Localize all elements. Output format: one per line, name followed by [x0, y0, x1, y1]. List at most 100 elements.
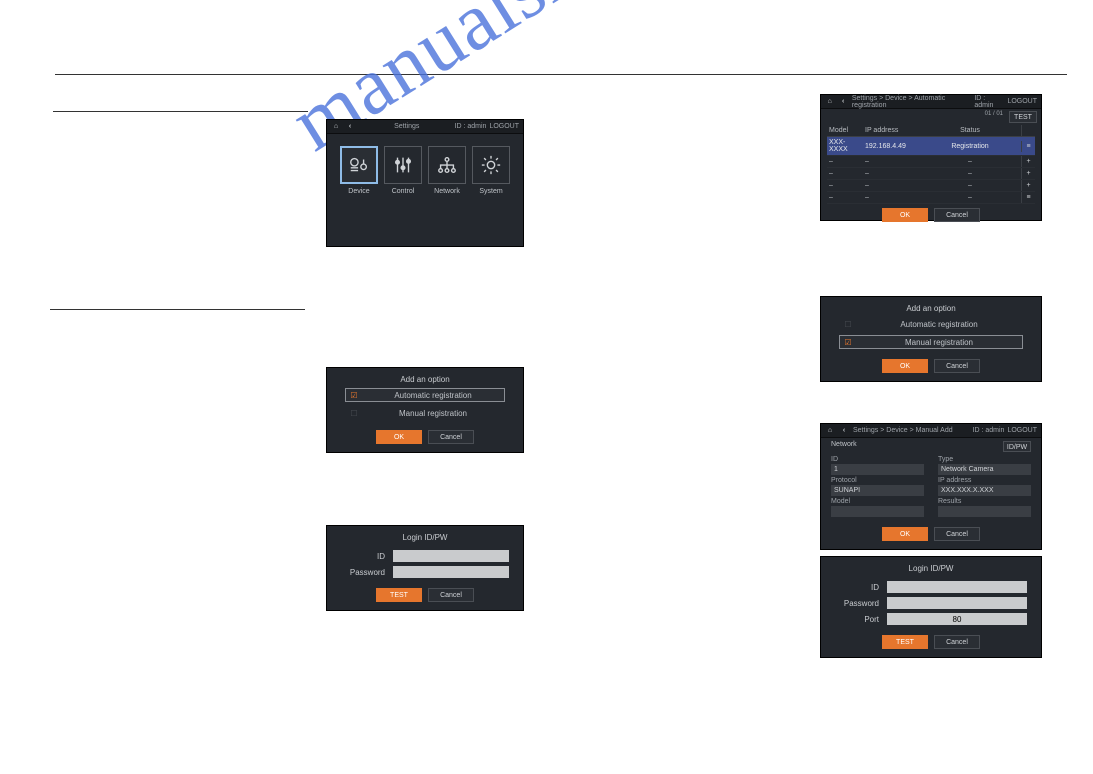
value-ip[interactable]: XXX.XXX.X.XXX: [938, 485, 1031, 496]
back-icon[interactable]: [345, 123, 355, 130]
table-row[interactable]: – – – ≡: [827, 192, 1035, 204]
tile-label: System: [472, 188, 510, 195]
tile-control[interactable]: [384, 146, 422, 184]
logout-button[interactable]: LOGOUT: [1007, 427, 1037, 434]
ok-button[interactable]: OK: [882, 208, 928, 222]
password-label: Password: [341, 568, 393, 577]
option-manual-registration[interactable]: ☑ Manual registration: [839, 335, 1023, 349]
expand-icon[interactable]: ≡: [1021, 141, 1035, 152]
login-dialog: Login ID/PW ID Password TEST Cancel: [326, 525, 524, 611]
label-ip: IP address: [938, 477, 1031, 484]
cancel-button[interactable]: Cancel: [934, 359, 980, 373]
tile-label: Network: [428, 188, 466, 195]
back-icon[interactable]: [839, 427, 849, 434]
cancel-button[interactable]: Cancel: [934, 208, 980, 222]
tab-idpw[interactable]: ID/PW: [1003, 441, 1031, 452]
user-label: ID : admin: [974, 95, 1004, 109]
label-results: Results: [938, 498, 1031, 505]
user-label: ID : admin: [455, 123, 487, 130]
control-icon: [392, 154, 414, 176]
value-model[interactable]: [831, 506, 924, 517]
col-ip: IP address: [863, 125, 919, 136]
back-icon[interactable]: [838, 98, 847, 105]
cancel-button[interactable]: Cancel: [934, 635, 980, 649]
value-id[interactable]: 1: [831, 464, 924, 475]
tile-device[interactable]: [340, 146, 378, 184]
cancel-button[interactable]: Cancel: [934, 527, 980, 541]
password-field[interactable]: [393, 566, 509, 578]
test-button[interactable]: TEST: [376, 588, 422, 602]
password-label: Password: [835, 599, 887, 608]
add-icon[interactable]: +: [1021, 156, 1035, 167]
table-row[interactable]: – – – +: [827, 180, 1035, 192]
dialog-title: Add an option: [821, 297, 1041, 317]
label-protocol: Protocol: [831, 477, 924, 484]
tile-label: Control: [384, 188, 422, 195]
system-icon: [480, 154, 502, 176]
value-protocol[interactable]: SUNAPI: [831, 485, 924, 496]
ok-button[interactable]: OK: [882, 527, 928, 541]
table-row[interactable]: – – – +: [827, 156, 1035, 168]
option-label: Manual registration: [856, 338, 1022, 347]
table-row[interactable]: XXX-XXXX 192.168.4.49 Registration ≡: [827, 137, 1035, 156]
breadcrumb: Settings > Device > Automatic registrati…: [852, 95, 975, 109]
option-auto-registration[interactable]: ☑ Automatic registration: [345, 388, 505, 402]
device-icon: [348, 154, 370, 176]
id-label: ID: [341, 552, 393, 561]
test-button[interactable]: TEST: [1009, 111, 1037, 123]
id-field[interactable]: [393, 550, 509, 562]
tab-network[interactable]: Network: [831, 441, 857, 452]
breadcrumb: Settings > Device > Manual Add: [853, 427, 953, 434]
port-label: Port: [835, 615, 887, 624]
user-label: ID : admin: [973, 427, 1005, 434]
add-icon[interactable]: +: [1021, 180, 1035, 191]
option-label: Manual registration: [362, 409, 504, 418]
value-results[interactable]: [938, 506, 1031, 517]
logout-button[interactable]: LOGOUT: [1007, 98, 1037, 105]
port-field[interactable]: [887, 613, 1027, 625]
home-icon[interactable]: [331, 123, 341, 130]
cancel-button[interactable]: Cancel: [428, 430, 474, 444]
table-row[interactable]: – – – +: [827, 168, 1035, 180]
page-indicator: 01 / 01: [985, 111, 1003, 123]
label-model: Model: [831, 498, 924, 505]
add-option-dialog-manual: Add an option ☐ Automatic registration ☑…: [820, 296, 1042, 382]
checkbox-unchecked-icon: ☐: [840, 320, 856, 329]
dialog-title: Login ID/PW: [327, 526, 523, 546]
option-auto-registration[interactable]: ☐ Automatic registration: [839, 317, 1023, 331]
label-type: Type: [938, 456, 1031, 463]
option-label: Automatic registration: [362, 391, 504, 400]
checkbox-unchecked-icon: ☐: [346, 409, 362, 418]
home-icon[interactable]: [825, 427, 835, 434]
tile-network[interactable]: [428, 146, 466, 184]
checkbox-checked-icon: ☑: [840, 338, 856, 347]
expand-icon[interactable]: ≡: [1021, 192, 1035, 203]
page-title: Settings: [359, 123, 455, 130]
password-field[interactable]: [887, 597, 1027, 609]
tile-label: Device: [340, 188, 378, 195]
tile-system[interactable]: [472, 146, 510, 184]
auto-registration-panel: Settings > Device > Automatic registrati…: [820, 94, 1042, 221]
checkbox-checked-icon: ☑: [346, 391, 362, 400]
id-label: ID: [835, 583, 887, 592]
add-option-dialog-auto: Add an option ☑ Automatic registration ☐…: [326, 367, 524, 453]
dialog-title: Login ID/PW: [821, 557, 1041, 577]
network-icon: [436, 154, 458, 176]
add-icon[interactable]: +: [1021, 168, 1035, 179]
ok-button[interactable]: OK: [882, 359, 928, 373]
id-field[interactable]: [887, 581, 1027, 593]
label-id: ID: [831, 456, 924, 463]
ok-button[interactable]: OK: [376, 430, 422, 444]
option-label: Automatic registration: [856, 320, 1022, 329]
col-status: Status: [919, 125, 1021, 136]
option-manual-registration[interactable]: ☐ Manual registration: [345, 406, 505, 420]
login-dialog-port: Login ID/PW ID Password Port TEST Cancel: [820, 556, 1042, 658]
settings-menu-panel: Settings ID : admin LOGOUT Device Contro…: [326, 119, 524, 247]
dialog-title: Add an option: [327, 368, 523, 388]
home-icon[interactable]: [825, 98, 834, 105]
test-button[interactable]: TEST: [882, 635, 928, 649]
cancel-button[interactable]: Cancel: [428, 588, 474, 602]
value-type[interactable]: Network Camera: [938, 464, 1031, 475]
col-model: Model: [827, 125, 863, 136]
logout-button[interactable]: LOGOUT: [489, 123, 519, 130]
